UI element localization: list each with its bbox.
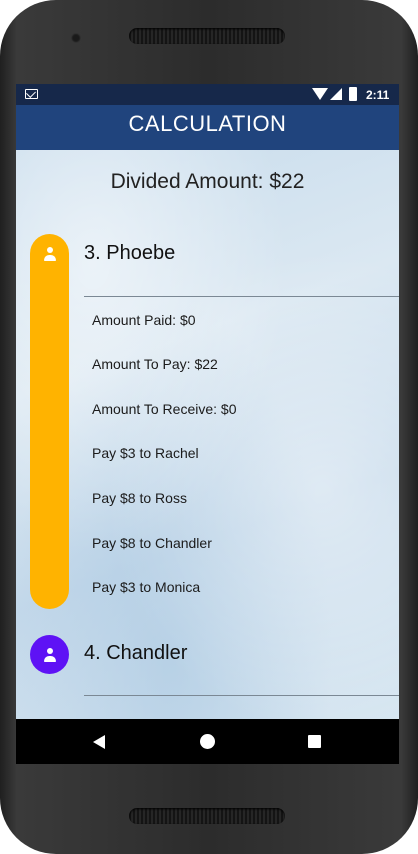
status-time: 2:11: [366, 88, 390, 102]
wifi-icon: [312, 88, 328, 100]
navigation-bar: [16, 719, 399, 764]
person-name-chandler[interactable]: 4. Chandler: [84, 642, 187, 665]
detail-pay-ross: Pay $8 to Ross: [92, 490, 187, 506]
front-camera: [71, 33, 81, 43]
bottom-speaker: [129, 808, 285, 824]
app-bar: CALCULATION: [16, 105, 399, 150]
app-bar-title: CALCULATION: [128, 111, 287, 136]
divider: [84, 296, 399, 297]
recents-icon[interactable]: [308, 735, 321, 748]
home-icon[interactable]: [200, 734, 215, 749]
divider: [84, 695, 399, 696]
signal-icon: [330, 88, 342, 100]
mail-icon: [25, 89, 38, 99]
detail-pay-rachel: Pay $3 to Rachel: [92, 445, 199, 461]
phone-frame: 2:11 CALCULATION Divided Amount: $22 3. …: [0, 0, 418, 854]
detail-amount-to-pay: Amount To Pay: $22: [92, 356, 218, 372]
divided-amount: Divided Amount: $22: [110, 170, 305, 193]
chandler-avatar[interactable]: [30, 635, 69, 674]
phoebe-avatar[interactable]: [30, 234, 69, 273]
detail-pay-monica: Pay $3 to Monica: [92, 579, 201, 595]
detail-amount-paid: Amount Paid: $0: [92, 312, 196, 328]
status-bar: 2:11: [16, 84, 399, 105]
person-name-phoebe[interactable]: 3. Phoebe: [84, 242, 175, 265]
top-speaker: [129, 28, 285, 44]
detail-amount-to-receive: Amount To Receive: $0: [92, 401, 237, 417]
person-icon: [42, 647, 58, 663]
screen: 2:11 CALCULATION Divided Amount: $22 3. …: [16, 84, 399, 764]
detail-pay-chandler: Pay $8 to Chandler: [92, 535, 212, 551]
battery-icon: [349, 87, 357, 101]
phoebe-expanded-indicator: [30, 234, 69, 609]
person-icon: [42, 246, 58, 262]
calculation-content[interactable]: Divided Amount: $22 3. Phoebe Amount Pai…: [16, 150, 399, 719]
back-icon[interactable]: [93, 735, 105, 749]
